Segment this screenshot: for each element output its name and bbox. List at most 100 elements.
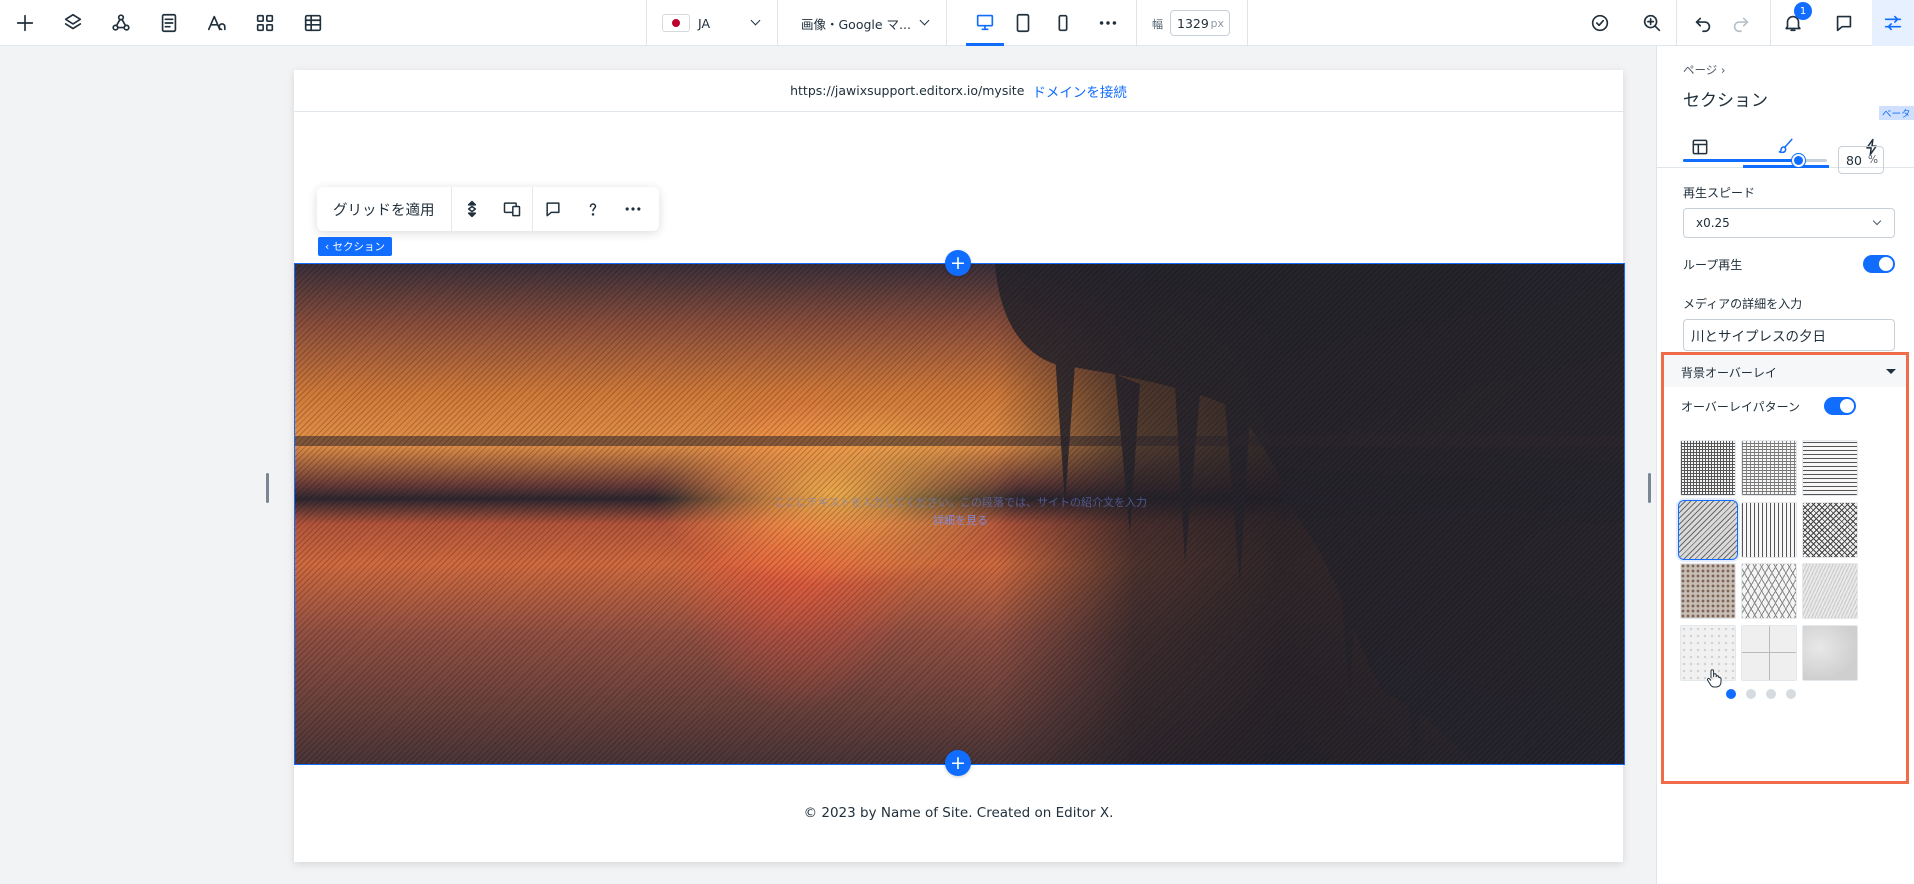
page-selector[interactable]: 画像・Google マ... (801, 10, 930, 36)
arrange-icon[interactable] (452, 187, 492, 231)
site-url-bar: https://jawixsupport.editorx.io/mysite ド… (294, 70, 1623, 112)
redo-icon[interactable] (1724, 6, 1758, 40)
add-section-below-button[interactable]: + (945, 750, 971, 776)
opacity-unit: % (1868, 154, 1878, 166)
site-url: https://jawixsupport.editorx.io/mysite (790, 83, 1025, 98)
opacity-slider[interactable] (1683, 154, 1827, 167)
pagination-dot[interactable] (1786, 689, 1796, 699)
pagination-dot[interactable] (1726, 689, 1736, 699)
language-selector[interactable]: JA (662, 10, 761, 36)
more-breakpoints-icon[interactable] (1091, 6, 1125, 40)
add-elements-icon[interactable] (8, 6, 42, 40)
inspector-panel: ページ › セクション ベータ 80 % 再生スピード x0.25 ループ再生 … (1656, 46, 1914, 884)
site-check-icon[interactable] (1583, 6, 1617, 40)
desktop-view-button[interactable] (966, 0, 1004, 46)
playback-speed-label: 再生スピード (1683, 186, 1756, 200)
inspector-sliders-icon (1876, 6, 1910, 40)
hero-learn-more-link[interactable]: 詳細を見る (295, 512, 1624, 528)
language-code: JA (698, 15, 711, 31)
add-section-above-button[interactable]: + (945, 250, 971, 276)
connect-domain-link[interactable]: ドメインを接続 (1032, 81, 1127, 101)
breadcrumb[interactable]: ページ › (1683, 62, 1726, 78)
width-value: 1329 (1177, 15, 1209, 31)
pattern-swatch-stone[interactable] (1802, 625, 1858, 681)
pattern-swatch-diagonal-lines[interactable] (1678, 500, 1738, 560)
pagination-dot[interactable] (1746, 689, 1756, 699)
pattern-swatch-horizontal-lines[interactable] (1802, 440, 1858, 496)
width-label: 幅 (1152, 18, 1163, 31)
pattern-swatch-tiles[interactable] (1741, 625, 1797, 681)
pattern-swatch-texture[interactable] (1802, 563, 1858, 619)
apply-grid-button[interactable]: グリッドを適用 (317, 187, 452, 231)
panel-title: セクション (1683, 91, 1768, 111)
top-toolbar: JA 画像・Google マ... 幅 1329 px 1 (0, 0, 1914, 46)
layers-icon[interactable] (56, 6, 90, 40)
app-market-icon[interactable] (248, 6, 282, 40)
section-context-toolbar: グリッドを適用 (317, 187, 659, 231)
chevron-down-icon (919, 15, 930, 26)
media-details-input[interactable]: 川とサイプレスの夕日 (1683, 319, 1895, 351)
pattern-swatch-fine-grid[interactable] (1741, 440, 1797, 496)
paintbrush-icon (1778, 138, 1793, 153)
caret-down-icon (1886, 369, 1896, 374)
opacity-slider-handle[interactable] (1792, 154, 1805, 167)
beta-badge: ベータ (1879, 106, 1914, 120)
pattern-swatch-zigzag[interactable] (1741, 563, 1797, 619)
loop-toggle[interactable] (1863, 255, 1895, 273)
pages-icon[interactable] (152, 6, 186, 40)
overlay-pattern-label: オーバーレイパターン (1681, 400, 1801, 414)
comment-icon[interactable] (533, 187, 573, 231)
loop-label: ループ再生 (1683, 258, 1743, 272)
inspector-toggle-button[interactable] (1872, 0, 1914, 46)
opacity-input[interactable]: 80 % (1838, 146, 1884, 174)
undo-icon[interactable] (1686, 6, 1720, 40)
typography-icon[interactable] (200, 6, 234, 40)
japan-flag-icon (662, 14, 690, 32)
responsive-behavior-icon[interactable] (492, 187, 532, 231)
playback-speed-dropdown[interactable]: x0.25 (1683, 208, 1895, 238)
width-unit: px (1210, 16, 1225, 30)
cms-table-icon[interactable] (296, 6, 330, 40)
background-overlay-title: 背景オーバーレイ (1681, 366, 1777, 380)
notification-count-badge: 1 (1794, 2, 1812, 20)
footer-copyright: © 2023 by Name of Site. Created on Edito… (803, 805, 1114, 821)
pattern-swatch-crosshatch[interactable] (1802, 502, 1858, 558)
pattern-swatch-vertical-lines[interactable] (1741, 502, 1797, 558)
media-details-label: メディアの詳細を入力 (1683, 297, 1803, 311)
chevron-down-icon (750, 15, 761, 26)
toolbar-divider (1247, 0, 1248, 46)
toolbar-divider (1770, 0, 1771, 46)
background-overlay-section: 背景オーバーレイ オーバーレイパターン (1661, 352, 1909, 784)
tablet-view-button[interactable] (1006, 6, 1040, 40)
toolbar-divider (1136, 0, 1137, 46)
left-resize-handle[interactable] (266, 473, 269, 503)
right-resize-handle[interactable] (1648, 473, 1651, 503)
toolbar-divider (946, 0, 947, 46)
playback-speed-value: x0.25 (1696, 216, 1730, 230)
toolbar-divider (1676, 0, 1677, 46)
hero-section-background[interactable]: ここにテキストを入力してください。この段落では、サイトの紹介文を入力 詳細を見る (294, 263, 1625, 765)
hand-cursor-icon (1706, 669, 1722, 688)
mobile-view-button[interactable] (1046, 6, 1080, 40)
width-input[interactable]: 1329 px (1170, 10, 1230, 36)
zoom-icon[interactable] (1635, 6, 1669, 40)
overlay-pattern-toggle[interactable] (1824, 397, 1856, 415)
background-overlay-header[interactable]: 背景オーバーレイ (1664, 355, 1906, 387)
hero-paragraph[interactable]: ここにテキストを入力してください。この段落では、サイトの紹介文を入力 詳細を見る (295, 494, 1624, 528)
pattern-swatch-dots[interactable] (1680, 563, 1736, 619)
chevron-down-icon (1872, 216, 1882, 226)
help-question-icon[interactable] (573, 187, 613, 231)
comments-icon[interactable] (1827, 6, 1861, 40)
more-options-icon[interactable] (613, 187, 653, 231)
toolbar-divider (777, 0, 778, 46)
opacity-slider-fill (1683, 159, 1798, 162)
page-selector-label: 画像・Google マ... (801, 16, 911, 32)
pattern-swatch-dense-grid[interactable] (1680, 440, 1736, 496)
opacity-value: 80 (1846, 152, 1862, 168)
section-label-tag[interactable]: ‹ セクション (318, 237, 393, 256)
apps-network-icon[interactable] (104, 6, 138, 40)
pagination-dot[interactable] (1766, 689, 1776, 699)
layout-icon (1692, 139, 1708, 155)
toolbar-divider (646, 0, 647, 46)
hero-paragraph-text: ここにテキストを入力してください。この段落では、サイトの紹介文を入力 (773, 496, 1147, 509)
